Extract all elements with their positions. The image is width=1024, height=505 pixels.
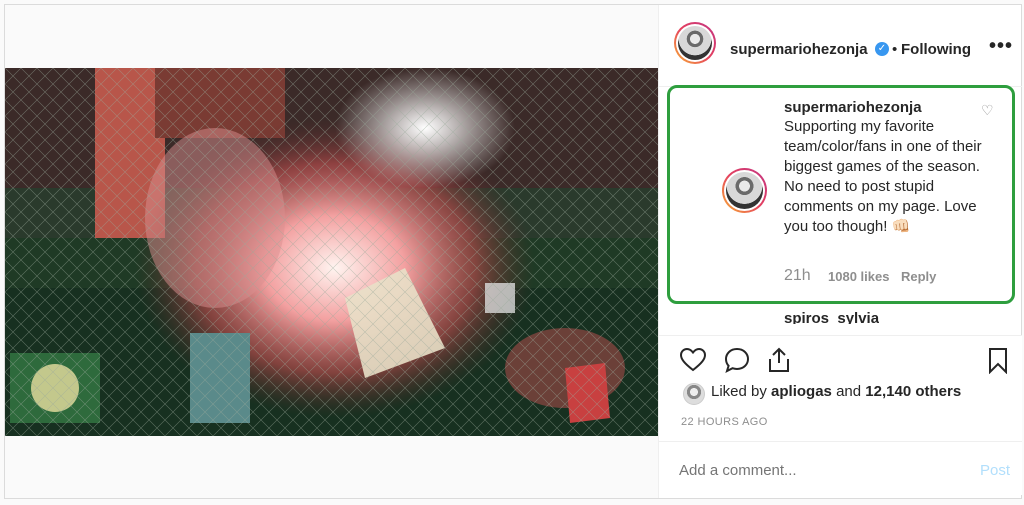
share-icon[interactable] — [765, 346, 793, 374]
post-header: supermariohezonja ✓ • Following ••• — [659, 5, 1022, 87]
heart-icon[interactable] — [679, 346, 707, 374]
caption-avatar[interactable] — [722, 168, 767, 213]
media-column — [5, 5, 658, 498]
liker-avatar[interactable] — [683, 383, 705, 405]
caption-likes[interactable]: 1080 likes — [828, 269, 889, 284]
stadium-flares-image — [5, 68, 658, 436]
bookmark-icon[interactable] — [984, 346, 1012, 374]
author-avatar[interactable] — [674, 22, 716, 64]
add-comment-input[interactable] — [679, 462, 939, 479]
reply-button[interactable]: Reply — [901, 269, 936, 284]
liked-by-text: Liked by apliogas and 12,140 others — [711, 383, 961, 400]
instagram-post: supermariohezonja ✓ • Following ••• supe… — [4, 4, 1022, 499]
caption-username[interactable]: supermariohezonja — [784, 99, 922, 116]
comment-icon[interactable] — [723, 346, 751, 374]
following-button[interactable]: Following — [901, 41, 971, 58]
author-username[interactable]: supermariohezonja — [730, 41, 868, 58]
post-button[interactable]: Post — [980, 462, 1010, 479]
caption-time[interactable]: 21h — [784, 267, 811, 285]
more-icon[interactable]: ••• — [989, 35, 1013, 58]
comment-like-heart-icon[interactable]: ♡ — [981, 102, 994, 119]
post-sidebar: supermariohezonja ✓ • Following ••• supe… — [658, 5, 1022, 498]
liked-by-others[interactable]: 12,140 others — [865, 383, 961, 400]
post-photo[interactable] — [5, 68, 658, 436]
verified-icon: ✓ — [875, 42, 889, 56]
caption-text: Supporting my favorite team/color/fans i… — [784, 118, 982, 235]
post-timestamp[interactable]: 22 HOURS AGO — [681, 416, 768, 428]
comment-username[interactable]: spiros_sylvia — [784, 310, 879, 324]
liked-by-prefix: Liked by — [711, 383, 772, 400]
add-comment-bar: Post — [659, 441, 1022, 498]
liked-by-and: and — [831, 383, 866, 400]
separator-dot: • — [892, 41, 898, 58]
liked-by-user[interactable]: apliogas — [771, 383, 832, 400]
